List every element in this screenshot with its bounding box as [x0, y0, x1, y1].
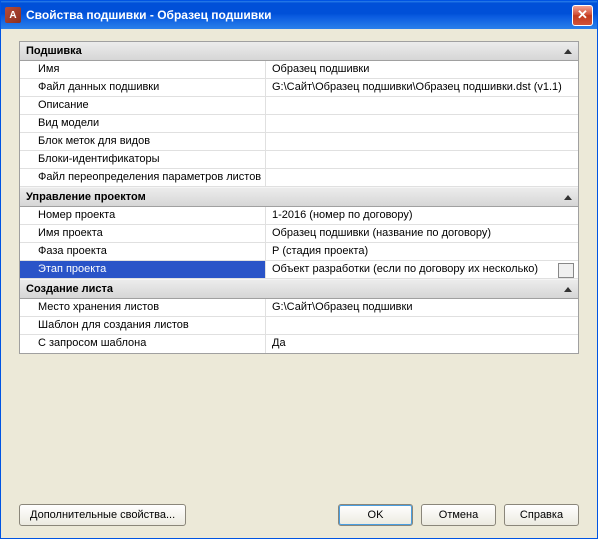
property-label: Фаза проекта — [20, 243, 266, 260]
property-label: Блоки-идентификаторы — [20, 151, 266, 168]
dialog-content: Подшивка Имя Образец подшивки Файл данны… — [1, 29, 597, 538]
chevron-up-icon — [564, 287, 572, 292]
chevron-up-icon — [564, 49, 572, 54]
group-title: Подшивка — [26, 45, 82, 57]
property-label: Номер проекта — [20, 207, 266, 224]
property-grid: Подшивка Имя Образец подшивки Файл данны… — [19, 41, 579, 354]
property-row-selected[interactable]: Этап проекта Объект разработки (если по … — [20, 261, 578, 279]
property-label: Файл данных подшивки — [20, 79, 266, 96]
property-label: Блок меток для видов — [20, 133, 266, 150]
property-label: Имя — [20, 61, 266, 78]
property-row[interactable]: Файл переопределения параметров листов — [20, 169, 578, 187]
property-row[interactable]: Имя Образец подшивки — [20, 61, 578, 79]
property-row[interactable]: Блоки-идентификаторы — [20, 151, 578, 169]
button-bar: Дополнительные свойства... OK Отмена Спр… — [19, 494, 579, 538]
group-header-podshivka[interactable]: Подшивка — [20, 42, 578, 61]
property-label: С запросом шаблона — [20, 335, 266, 353]
property-value[interactable]: Образец подшивки — [266, 61, 578, 78]
property-row[interactable]: Вид модели — [20, 115, 578, 133]
additional-properties-button[interactable]: Дополнительные свойства... — [19, 504, 186, 526]
property-value[interactable]: Р (стадия проекта) — [266, 243, 578, 260]
property-label: Имя проекта — [20, 225, 266, 242]
property-row[interactable]: Блок меток для видов — [20, 133, 578, 151]
property-value[interactable]: G:\Сайт\Образец подшивки\Образец подшивк… — [266, 79, 578, 96]
property-row[interactable]: Шаблон для создания листов — [20, 317, 578, 335]
property-row[interactable]: Описание — [20, 97, 578, 115]
property-label: Описание — [20, 97, 266, 114]
property-value[interactable] — [266, 115, 578, 132]
group-title: Управление проектом — [26, 191, 146, 203]
close-icon[interactable]: ✕ — [572, 5, 593, 26]
property-value[interactable] — [266, 97, 578, 114]
property-row[interactable]: Фаза проекта Р (стадия проекта) — [20, 243, 578, 261]
property-row[interactable]: С запросом шаблона Да — [20, 335, 578, 353]
property-value[interactable] — [266, 169, 578, 186]
help-button[interactable]: Справка — [504, 504, 579, 526]
property-value[interactable] — [266, 317, 578, 334]
property-value[interactable] — [266, 151, 578, 168]
chevron-up-icon — [564, 195, 572, 200]
property-label: Место хранения листов — [20, 299, 266, 316]
titlebar: A Свойства подшивки - Образец подшивки ✕ — [1, 1, 597, 29]
group-title: Создание листа — [26, 283, 113, 295]
group-header-sheet[interactable]: Создание листа — [20, 279, 578, 299]
property-row[interactable]: Файл данных подшивки G:\Сайт\Образец под… — [20, 79, 578, 97]
dialog-window: A Свойства подшивки - Образец подшивки ✕… — [0, 0, 598, 539]
property-value[interactable]: 1-2016 (номер по договору) — [266, 207, 578, 224]
property-label: Этап проекта — [20, 261, 266, 278]
property-label: Файл переопределения параметров листов — [20, 169, 266, 186]
ok-button[interactable]: OK — [338, 504, 413, 526]
property-value[interactable]: Да — [266, 335, 578, 353]
cancel-button[interactable]: Отмена — [421, 504, 496, 526]
property-value[interactable]: Образец подшивки (название по договору) — [266, 225, 578, 242]
property-value[interactable] — [266, 133, 578, 150]
property-row[interactable]: Имя проекта Образец подшивки (название п… — [20, 225, 578, 243]
property-value[interactable]: Объект разработки (если по договору их н… — [266, 261, 578, 278]
app-icon: A — [5, 7, 21, 23]
property-label: Шаблон для создания листов — [20, 317, 266, 334]
property-value[interactable]: G:\Сайт\Образец подшивки — [266, 299, 578, 316]
window-title: Свойства подшивки - Образец подшивки — [26, 8, 572, 22]
group-header-project[interactable]: Управление проектом — [20, 187, 578, 207]
property-row[interactable]: Номер проекта 1-2016 (номер по договору) — [20, 207, 578, 225]
property-row[interactable]: Место хранения листов G:\Сайт\Образец по… — [20, 299, 578, 317]
property-label: Вид модели — [20, 115, 266, 132]
